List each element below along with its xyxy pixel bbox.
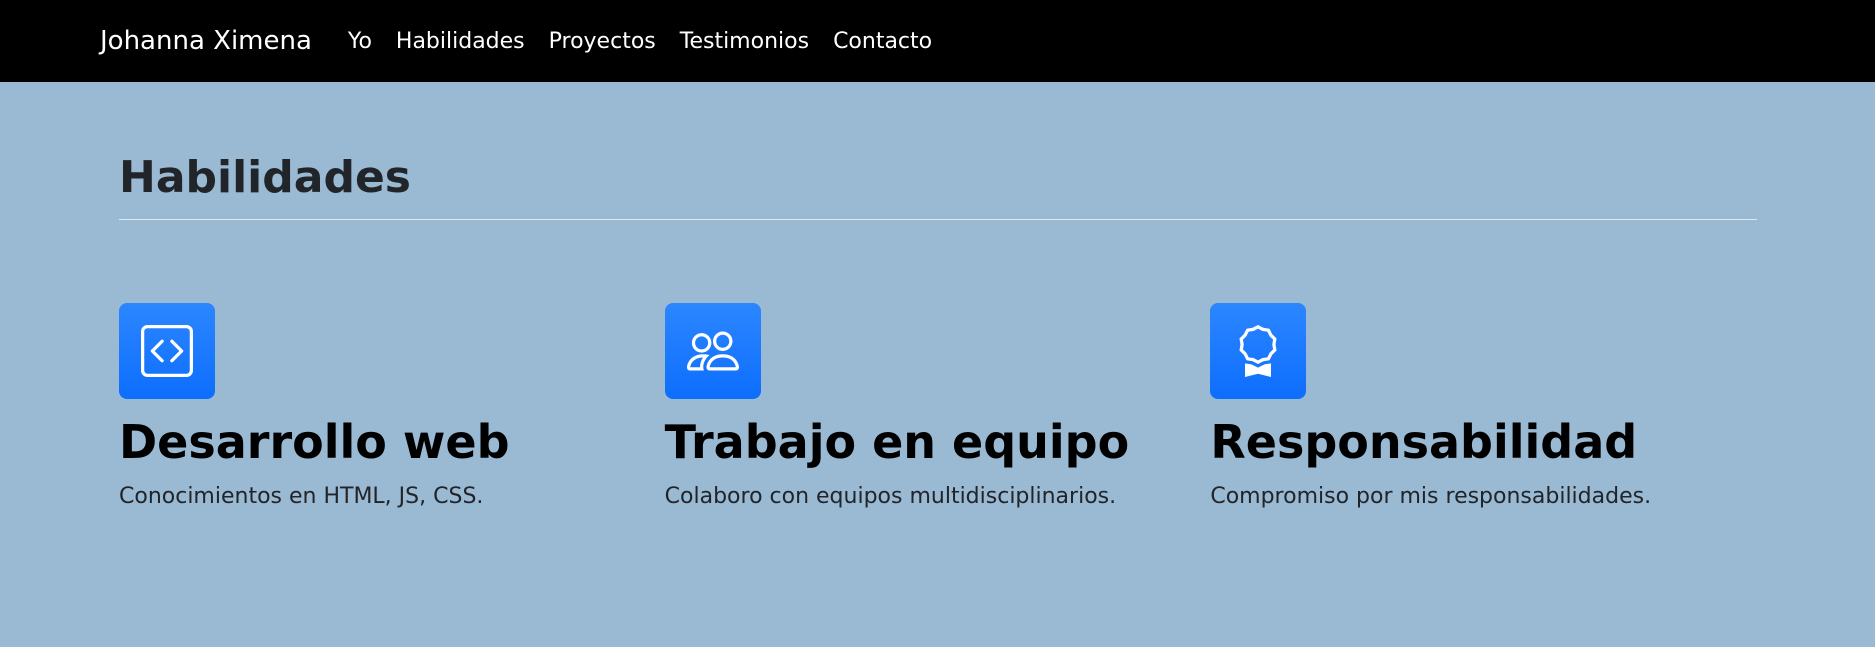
nav-link-yo[interactable]: Yo (348, 29, 372, 54)
feature-web-development: Desarrollo web Conocimientos en HTML, JS… (119, 302, 665, 509)
feature-title: Trabajo en equipo (664, 414, 1130, 469)
nav-links: Yo Habilidades Proyectos Testimonios Con… (348, 29, 956, 54)
feature-description: Conocimientos en HTML, JS, CSS. (119, 483, 484, 509)
feature-description: Compromiso por mis responsabilidades. (1210, 483, 1652, 509)
nav-link-proyectos[interactable]: Proyectos (549, 29, 656, 54)
section-title: Habilidades (119, 152, 1757, 220)
nav-link-contacto[interactable]: Contacto (833, 29, 932, 54)
brand-link[interactable]: Johanna Ximena (100, 26, 312, 56)
award-icon (1210, 302, 1307, 399)
feature-description: Colaboro con equipos multidisciplinarios… (664, 483, 1117, 509)
nav-link-habilidades[interactable]: Habilidades (396, 29, 525, 54)
features-row: Desarrollo web Conocimientos en HTML, JS… (119, 302, 1756, 509)
feature-title: Desarrollo web (119, 414, 510, 469)
feature-responsibility: Responsabilidad Compromiso por mis respo… (1210, 302, 1756, 509)
feature-teamwork: Trabajo en equipo Colaboro con equipos m… (664, 302, 1211, 509)
code-square-icon (119, 302, 215, 399)
nav-link-testimonios[interactable]: Testimonios (680, 29, 809, 54)
people-icon (664, 302, 761, 399)
skills-section: Habilidades Desarrollo web Conocimientos… (0, 82, 1875, 509)
navbar: Johanna Ximena Yo Habilidades Proyectos … (0, 0, 1875, 82)
feature-title: Responsabilidad (1210, 414, 1638, 469)
